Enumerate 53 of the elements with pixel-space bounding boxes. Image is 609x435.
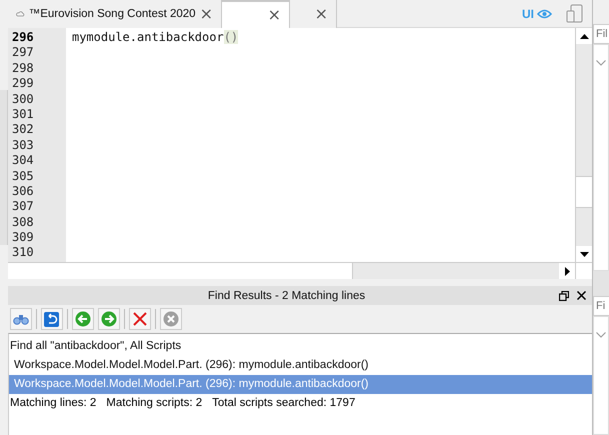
tab-title: ™Eurovision Song Contest 2020 xyxy=(28,8,196,20)
line-number: 309 xyxy=(10,230,35,246)
close-icon[interactable]: × xyxy=(200,6,213,22)
filter-field[interactable]: Fi xyxy=(593,296,609,316)
device-icon[interactable] xyxy=(566,4,584,24)
line-number: 298 xyxy=(10,60,35,76)
down-arrow-icon[interactable] xyxy=(580,252,588,256)
search-query: Find all "antibackdoor", All Scripts xyxy=(8,339,182,354)
line-number: 307 xyxy=(10,199,35,215)
cancel-icon xyxy=(162,311,179,327)
line-number: 299 xyxy=(10,76,35,92)
line-number: 303 xyxy=(10,138,35,154)
line-number: 308 xyxy=(10,214,35,230)
clear-button[interactable] xyxy=(128,308,151,330)
line-number: 304 xyxy=(10,153,35,169)
restore-icon[interactable] xyxy=(559,290,569,300)
binoculars-icon xyxy=(12,313,29,325)
filter-field[interactable]: Fil xyxy=(593,24,609,44)
close-icon xyxy=(132,312,147,326)
editor-tab[interactable]: × xyxy=(290,0,337,28)
line-number: 306 xyxy=(10,184,35,200)
close-icon[interactable] xyxy=(577,291,586,300)
line-number: 310 xyxy=(10,245,35,261)
horizontal-scrollbar[interactable] xyxy=(8,262,592,279)
editor-tab[interactable]: ™Eurovision Song Contest 2020 × xyxy=(8,0,222,28)
summary-text: Matching scripts: 2 xyxy=(106,396,202,411)
line-number: 296 xyxy=(10,30,35,46)
right-arrow-icon[interactable] xyxy=(564,266,570,276)
vertical-scrollbar[interactable] xyxy=(575,28,592,262)
up-arrow-icon[interactable] xyxy=(580,34,588,38)
editor-tab[interactable]: × xyxy=(222,0,290,28)
code-line: mymodule.antibackdoor() xyxy=(72,30,238,44)
next-button[interactable] xyxy=(98,308,120,330)
line-number: 300 xyxy=(10,92,35,107)
return-icon xyxy=(44,312,60,326)
panel-title: Find Results - 2 Matching lines xyxy=(206,290,366,302)
line-number: 305 xyxy=(10,168,35,184)
chevron-icon[interactable] xyxy=(596,60,606,66)
close-icon[interactable]: × xyxy=(314,6,328,22)
stop-button[interactable] xyxy=(160,308,182,330)
summary-text: Total scripts searched: 1797 xyxy=(212,396,356,411)
close-icon[interactable]: × xyxy=(268,7,281,23)
chevron-icon[interactable] xyxy=(596,332,606,338)
line-number: 301 xyxy=(10,106,35,122)
summary-text: Matching lines: 2 xyxy=(10,396,96,411)
scrollbar-thumb[interactable] xyxy=(576,176,592,208)
eye-icon[interactable] xyxy=(537,8,552,18)
previous-button[interactable] xyxy=(72,308,94,330)
line-number: 302 xyxy=(10,122,35,138)
cloud-icon xyxy=(16,9,25,19)
find-button[interactable] xyxy=(10,308,32,330)
line-number: 297 xyxy=(10,45,35,61)
return-button[interactable] xyxy=(40,308,63,330)
